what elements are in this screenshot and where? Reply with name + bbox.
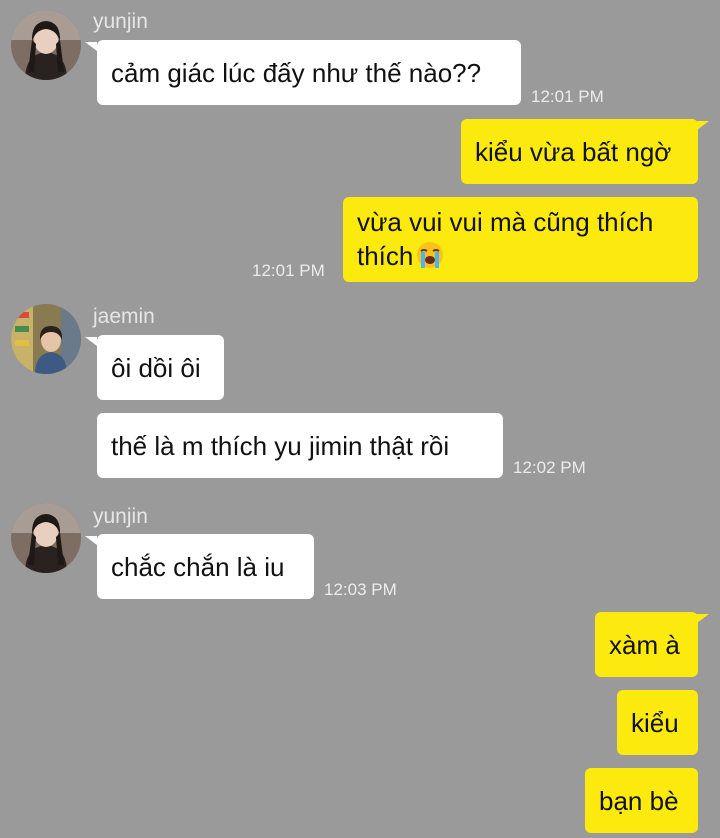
bubble-tail <box>697 614 709 623</box>
bubble-tail <box>85 337 97 346</box>
message-text: vừa vui vui mà cũng thích thích <box>357 205 684 273</box>
message-text: chắc chắn là iu <box>111 551 285 582</box>
message-time: 12:01 PM <box>252 261 325 280</box>
sender-name: yunjin <box>93 10 148 33</box>
message-text-content: vừa vui vui mà cũng thích thích <box>357 207 654 271</box>
avatar-yunjin[interactable] <box>11 10 81 80</box>
message-bubble-outgoing[interactable]: vừa vui vui mà cũng thích thích <box>343 197 698 282</box>
avatar-yunjin-icon <box>11 10 81 80</box>
message-text: bạn bè <box>599 785 679 816</box>
avatar-jaemin-icon <box>11 304 81 374</box>
avatar-jaemin[interactable] <box>11 304 81 374</box>
sender-name: yunjin <box>93 505 148 528</box>
message-text: xàm à <box>609 629 680 660</box>
message-time: 12:02 PM <box>513 458 586 477</box>
message-bubble-incoming[interactable]: thế là m thích yu jimin thật rồi <box>97 413 503 478</box>
bubble-tail <box>85 536 97 545</box>
avatar-yunjin[interactable] <box>11 503 81 573</box>
message-bubble-outgoing[interactable]: kiểu vừa bất ngờ <box>461 119 698 184</box>
message-text: ôi dồi ôi <box>111 352 201 383</box>
message-bubble-outgoing[interactable]: bạn bè <box>585 768 698 833</box>
message-bubble-incoming[interactable]: cảm giác lúc đấy như thế nào?? <box>97 40 521 105</box>
message-text: thế là m thích yu jimin thật rồi <box>111 430 450 461</box>
avatar-yunjin-icon <box>11 503 81 573</box>
bubble-tail <box>85 42 97 51</box>
loudly-crying-face-icon <box>417 242 444 268</box>
message-text: kiểu <box>631 707 679 738</box>
message-time: 12:01 PM <box>531 87 604 106</box>
sender-name: jaemin <box>93 305 155 328</box>
bubble-tail <box>697 121 709 130</box>
message-bubble-outgoing[interactable]: xàm à <box>595 612 698 677</box>
message-bubble-incoming[interactable]: chắc chắn là iu <box>97 534 314 599</box>
message-text: kiểu vừa bất ngờ <box>475 136 672 167</box>
message-time: 12:03 PM <box>324 580 397 599</box>
message-text: cảm giác lúc đấy như thế nào?? <box>111 57 482 88</box>
message-bubble-incoming[interactable]: ôi dồi ôi <box>97 335 224 400</box>
message-bubble-outgoing[interactable]: kiểu <box>617 690 698 755</box>
